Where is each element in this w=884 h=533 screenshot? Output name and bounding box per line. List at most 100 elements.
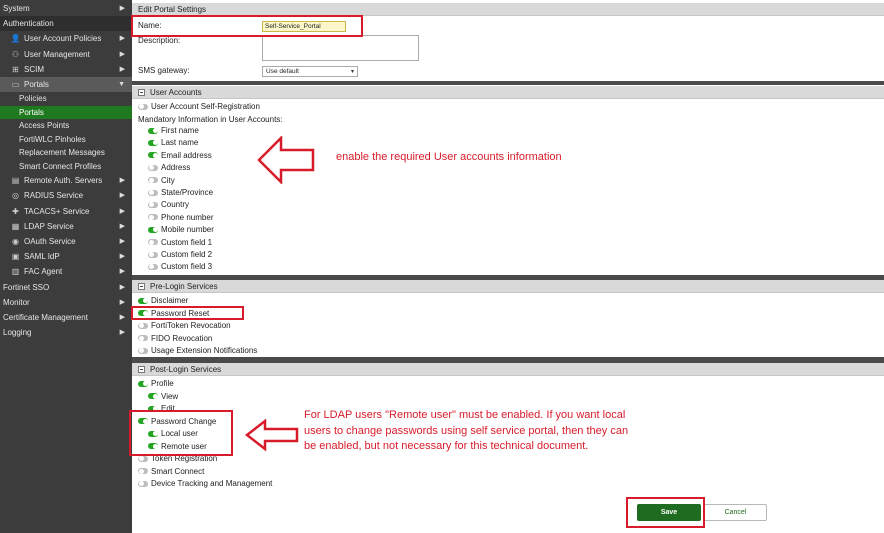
chevron-right-icon: ▶ xyxy=(119,283,125,291)
chevron-right-icon: ▶ xyxy=(119,314,125,321)
highlight-name-field xyxy=(131,15,363,37)
chevron-down-icon: ▾ xyxy=(350,69,354,75)
sms-gateway-label: SMS gateway: xyxy=(138,66,190,75)
users-icon: ⚇ xyxy=(11,49,20,59)
toggle-email-address[interactable]: Email address xyxy=(148,151,212,160)
section-user-accounts[interactable]: User Accounts xyxy=(132,86,884,99)
toggle-switch[interactable] xyxy=(148,251,158,258)
chevron-right-icon: ▶ xyxy=(119,298,125,306)
toggle-switch[interactable] xyxy=(148,239,158,246)
sidebar-item-remote-auth-servers[interactable]: ▤ Remote Auth. Servers ▶ xyxy=(0,173,132,188)
toggle-switch[interactable] xyxy=(138,480,148,487)
oauth-icon: ◉ xyxy=(12,237,19,247)
toggle-switch[interactable] xyxy=(148,189,158,196)
sidebar-item-radius-service[interactable]: ◎ RADIUS Service ▶ xyxy=(0,188,132,203)
arrow-left-icon xyxy=(245,419,299,451)
ldap-icon: ▦ xyxy=(11,221,20,231)
toggle-switch[interactable] xyxy=(148,164,158,171)
highlight-password-reset xyxy=(131,306,244,320)
sidebar-item-user-account-policies[interactable]: 👤 User Account Policies ▶ xyxy=(0,31,132,46)
chevron-right-icon: ▶ xyxy=(119,329,125,337)
toggle-switch[interactable] xyxy=(148,201,158,208)
section-divider xyxy=(132,81,884,85)
sidebar-item-tacacs-service[interactable]: ✚ TACACS+ Service ▶ xyxy=(0,204,132,219)
toggle-switch[interactable] xyxy=(148,177,158,184)
toggle-phone-number[interactable]: Phone number xyxy=(148,213,213,222)
toggle-custom-field-3[interactable]: Custom field 3 xyxy=(148,262,212,271)
sidebar-item-portals[interactable]: Portals xyxy=(0,105,132,120)
sidebar-item-access-points[interactable]: Access Points xyxy=(0,119,132,133)
chevron-right-icon: ▶ xyxy=(119,207,125,215)
toggle-disclaimer[interactable]: Disclaimer xyxy=(138,296,188,305)
sidebar-item-replacement-messages[interactable]: Replacement Messages xyxy=(0,146,132,160)
description-textarea[interactable] xyxy=(262,35,419,61)
toggle-switch[interactable] xyxy=(138,297,148,304)
toggle-switch[interactable] xyxy=(148,226,158,233)
highlight-save-button xyxy=(626,497,705,528)
chevron-down-icon: ▼ xyxy=(118,81,125,88)
toggle-mobile-number[interactable]: Mobile number xyxy=(148,225,214,234)
sidebar-item-logging[interactable]: Logging ▶ xyxy=(0,325,132,340)
chevron-right-icon: ▶ xyxy=(119,192,125,200)
sidebar-item-oauth-service[interactable]: ◉ OAuth Service ▶ xyxy=(0,234,132,249)
cancel-button[interactable]: Cancel xyxy=(704,504,767,521)
toggle-city[interactable]: City xyxy=(148,176,175,185)
toggle-switch[interactable] xyxy=(148,139,158,146)
tacacs-icon: ✚ xyxy=(12,206,19,216)
toggle-switch[interactable] xyxy=(138,103,148,110)
toggle-switch[interactable] xyxy=(138,468,148,474)
sidebar-item-fortiwlc-pinholes[interactable]: FortiWLC Pinholes xyxy=(0,133,132,147)
chevron-right-icon: ▶ xyxy=(119,268,125,276)
sms-gateway-select[interactable]: Use default ▾ xyxy=(262,66,358,77)
toggle-custom-field-2[interactable]: Custom field 2 xyxy=(148,250,212,259)
chevron-right-icon: ▶ xyxy=(119,253,125,261)
toggle-view[interactable]: View xyxy=(148,392,178,401)
toggle-switch[interactable] xyxy=(148,263,158,270)
toggle-user-account-self-registration[interactable]: User Account Self-Registration xyxy=(138,102,260,111)
toggle-country[interactable]: Country xyxy=(148,200,189,209)
section-post-login[interactable]: Post-Login Services xyxy=(132,363,884,376)
toggle-switch[interactable] xyxy=(138,455,148,462)
toggle-switch[interactable] xyxy=(148,393,158,399)
sidebar-item-authentication[interactable]: Authentication xyxy=(0,16,132,32)
toggle-first-name[interactable]: First name xyxy=(148,126,199,135)
sidebar-item-monitor[interactable]: Monitor ▶ xyxy=(0,295,132,310)
toggle-device-tracking-and-management[interactable]: Device Tracking and Management xyxy=(138,479,272,488)
sidebar: System ▶ Authentication 👤 User Account Polic… xyxy=(0,0,132,533)
sidebar-item-system[interactable]: System ▶ xyxy=(0,1,132,16)
toggle-switch[interactable] xyxy=(138,380,148,387)
sidebar-item-ldap-service[interactable]: ▦ LDAP Service ▶ xyxy=(0,219,132,234)
toggle-switch[interactable] xyxy=(148,214,158,221)
sidebar-item-scim[interactable]: ⊞ SCIM ▶ xyxy=(0,62,132,77)
toggle-switch[interactable] xyxy=(138,322,148,329)
sidebar-item-saml-idp[interactable]: ▣ SAML IdP ▶ xyxy=(0,249,132,264)
arrow-left-icon xyxy=(257,136,315,184)
section-pre-login[interactable]: Pre-Login Services xyxy=(132,280,884,293)
toggle-address[interactable]: Address xyxy=(148,163,190,172)
portal-icon: ▭ xyxy=(11,80,20,90)
chevron-right-icon: ▶ xyxy=(119,35,125,43)
toggle-custom-field-1[interactable]: Custom field 1 xyxy=(148,238,212,247)
toggle-profile[interactable]: Profile xyxy=(138,379,174,388)
sidebar-item-policies[interactable]: Policies xyxy=(0,92,132,106)
chevron-right-icon: ▶ xyxy=(119,5,125,12)
sidebar-item-portals[interactable]: ▭ Portals ▼ xyxy=(0,77,132,93)
toggle-fortitoken-revocation[interactable]: FortiToken Revocation xyxy=(138,321,231,330)
toggle-last-name[interactable]: Last name xyxy=(148,138,198,147)
ldap-note: For LDAP users "Remote user" must be ena… xyxy=(304,409,629,452)
toggle-fido-revocation[interactable]: FIDO Revocation xyxy=(138,334,212,343)
toggle-usage-extension-notifications[interactable]: Usage Extension Notifications xyxy=(138,346,257,355)
sidebar-item-fortinet-sso[interactable]: Fortinet SSO ▶ xyxy=(0,280,132,295)
toggle-switch[interactable] xyxy=(138,347,148,354)
toggle-state-province[interactable]: State/Province xyxy=(148,188,213,197)
toggle-switch[interactable] xyxy=(148,152,158,159)
sidebar-item-smart-connect-profiles[interactable]: Smart Connect Profiles xyxy=(0,160,132,174)
agent-icon: ▥ xyxy=(11,267,20,277)
sidebar-item-user-management[interactable]: ⚇ User Management ▶ xyxy=(0,47,132,62)
toggle-smart-connect[interactable]: Smart Connect xyxy=(138,467,204,476)
sidebar-item-fac-agent[interactable]: ▥ FAC Agent ▶ xyxy=(0,264,132,279)
toggle-switch[interactable] xyxy=(138,335,148,342)
user-policy-icon: 👤 xyxy=(10,34,21,44)
sidebar-item-certificate-management[interactable]: Certificate Management ▶ xyxy=(0,310,132,325)
toggle-switch[interactable] xyxy=(148,127,158,134)
